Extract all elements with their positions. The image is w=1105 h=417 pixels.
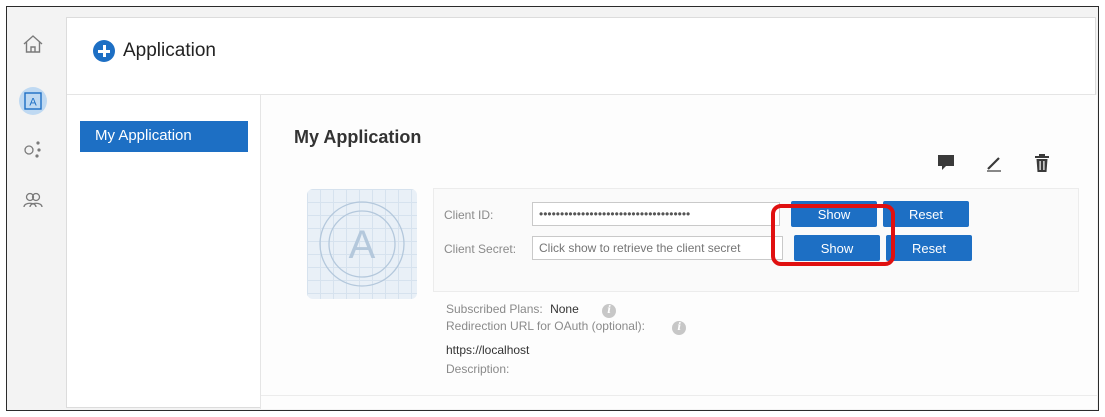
- sidebar-item-label: My Application: [95, 127, 192, 144]
- subscribed-plans: Subscribed Plans: None i: [446, 302, 617, 318]
- home-icon[interactable]: [19, 30, 47, 58]
- client-id-field[interactable]: [532, 202, 780, 226]
- page-title-text: Application: [123, 40, 216, 61]
- comment-icon[interactable]: [937, 153, 955, 173]
- application-detail: My Application A Client ID: ••••••••••••…: [260, 95, 1097, 409]
- redirection-url-value: https://localhost: [446, 343, 530, 357]
- divider: [261, 395, 1097, 396]
- trash-icon[interactable]: [1033, 153, 1051, 173]
- credentials-box: Client ID: Show Reset Client Secret: Sho…: [433, 188, 1079, 292]
- users-icon[interactable]: [19, 186, 47, 214]
- edit-icon[interactable]: [985, 153, 1003, 173]
- client-id-reset-button[interactable]: Reset: [883, 201, 969, 227]
- apps-icon[interactable]: A: [19, 87, 47, 115]
- redirection-url: Redirection URL for OAuth (optional): i: [446, 319, 687, 335]
- subscribed-plans-value: None: [550, 302, 579, 316]
- client-id-label: Client ID:: [444, 208, 494, 222]
- logo-letter: A: [349, 223, 376, 267]
- client-secret-show-button[interactable]: Show: [794, 235, 880, 261]
- client-secret-label: Client Secret:: [444, 242, 517, 256]
- application-toolbar: [937, 153, 1051, 173]
- description-label: Description:: [446, 362, 510, 376]
- client-secret-reset-button[interactable]: Reset: [886, 235, 972, 261]
- svg-text:A: A: [29, 97, 37, 109]
- main-panel: Application My Application My Applicatio…: [66, 17, 1097, 409]
- share-icon[interactable]: [19, 135, 47, 163]
- application-list: My Application: [67, 95, 260, 409]
- page-title: Application: [93, 40, 216, 62]
- panel-header: Application: [67, 18, 1095, 95]
- subscribed-plans-label: Subscribed Plans:: [446, 302, 543, 316]
- client-secret-field[interactable]: [532, 236, 783, 260]
- info-icon[interactable]: i: [672, 321, 687, 335]
- application-title: My Application: [294, 127, 422, 147]
- client-id-show-button[interactable]: Show: [791, 201, 877, 227]
- redirection-url-label: Redirection URL for OAuth (optional):: [446, 319, 645, 333]
- info-icon[interactable]: i: [602, 304, 617, 318]
- left-rail: A: [6, 6, 64, 411]
- add-circle-icon[interactable]: [93, 40, 115, 62]
- sidebar-item-my-application[interactable]: My Application: [80, 121, 248, 152]
- application-logo: A: [307, 189, 417, 299]
